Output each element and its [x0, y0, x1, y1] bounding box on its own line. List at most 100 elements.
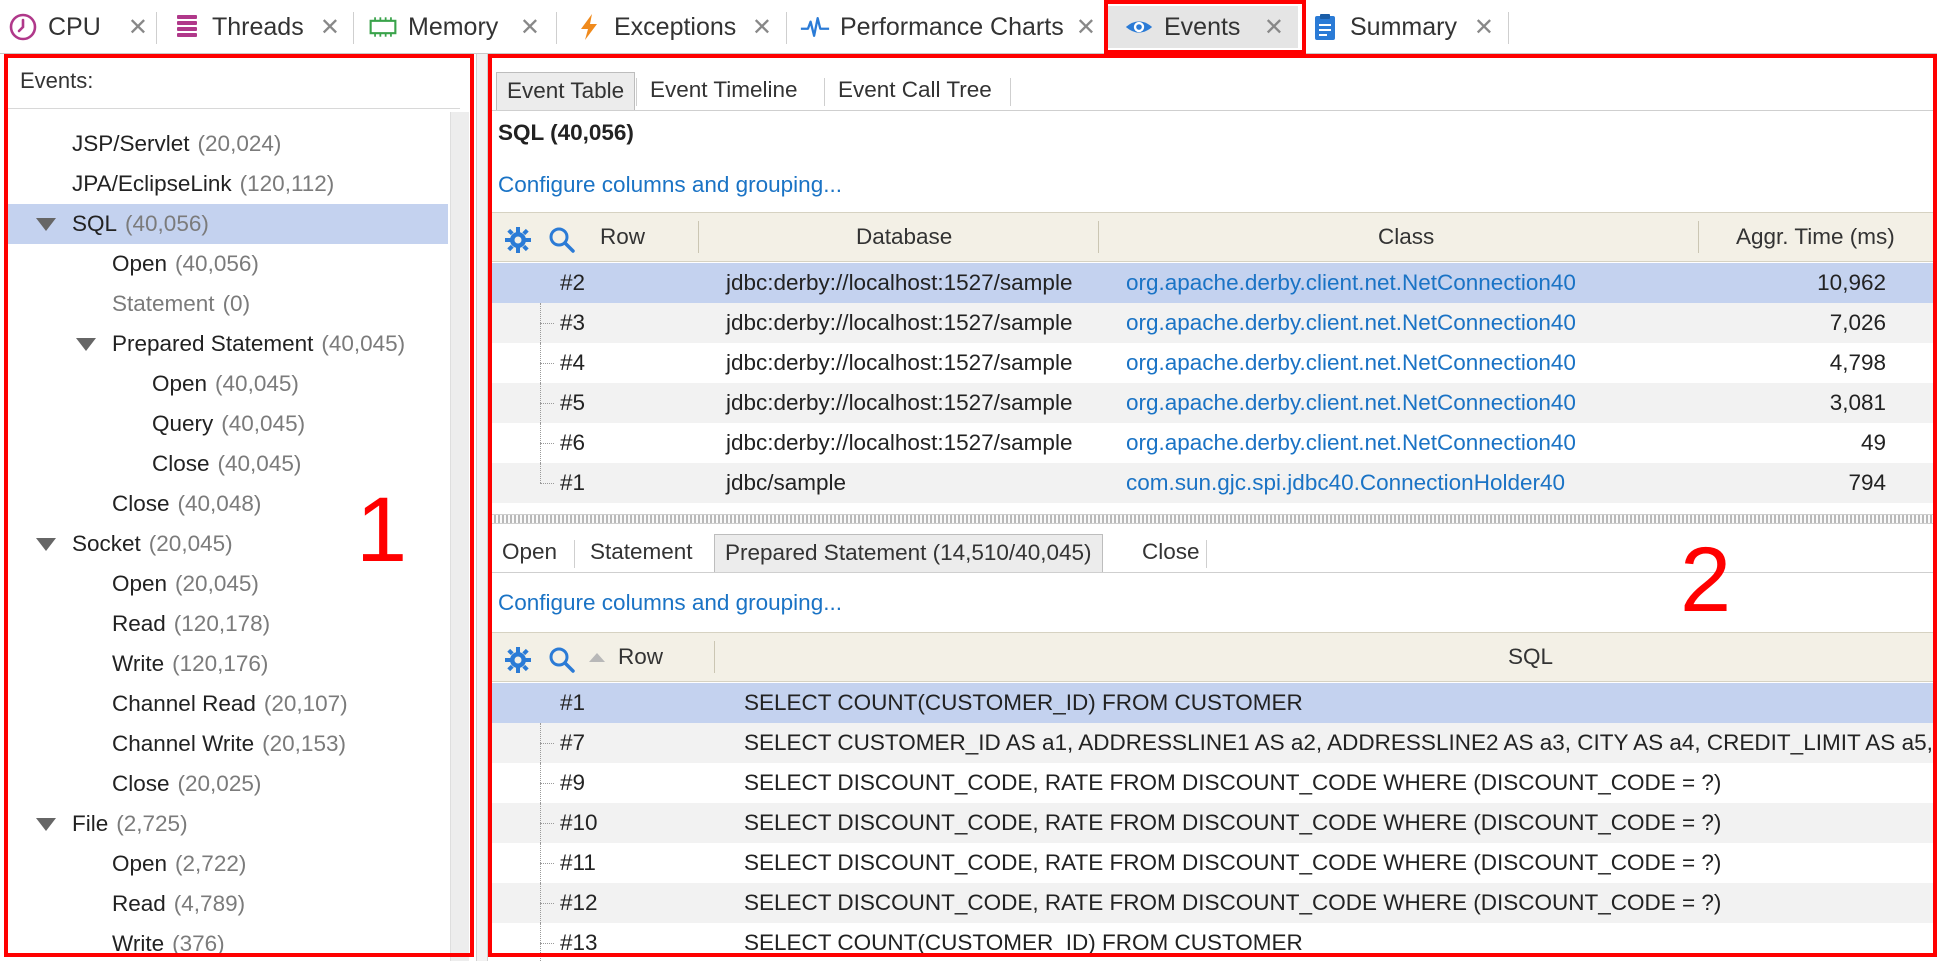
events-tree-panel: Events: JSP/Servlet (20,024) JPA/EclipseL…: [0, 54, 474, 961]
horizontal-splitter[interactable]: [490, 514, 1937, 524]
annotation-number-1: 1: [356, 479, 408, 581]
tab-cpu-label: CPU: [48, 12, 101, 41]
expand-triangle-icon[interactable]: [36, 218, 56, 231]
tab-event-table[interactable]: Event Table: [496, 72, 636, 110]
expand-triangle-icon[interactable]: [36, 818, 56, 831]
table-row[interactable]: #10 SELECT DISCOUNT_CODE, RATE FROM DISC…: [490, 803, 1937, 843]
tree-item[interactable]: Close (40,045): [8, 444, 448, 484]
close-icon[interactable]: ✕: [1264, 13, 1284, 42]
close-icon[interactable]: ✕: [752, 13, 772, 42]
configure-columns-link[interactable]: Configure columns and grouping...: [498, 590, 842, 616]
annotation-number-2: 2: [1680, 529, 1732, 631]
panel-splitter[interactable]: [476, 54, 488, 961]
class-link[interactable]: org.apache.derby.client.net.NetConnectio…: [1126, 423, 1576, 463]
tree-item[interactable]: Prepared Statement (40,045): [8, 324, 448, 364]
tab-threads-label: Threads: [212, 12, 304, 41]
column-header-class[interactable]: Class: [1378, 213, 1434, 261]
lightning-icon: [574, 12, 604, 42]
table-row[interactable]: #9 SELECT DISCOUNT_CODE, RATE FROM DISCO…: [490, 763, 1937, 803]
bottom-table-header: Row SQL: [490, 632, 1937, 682]
tree-item[interactable]: Channel Write (20,153): [8, 724, 448, 764]
table-row[interactable]: #4 jdbc:derby://localhost:1527/sample or…: [490, 343, 1937, 383]
tree-item[interactable]: File (2,725): [8, 804, 448, 844]
configure-columns-link[interactable]: Configure columns and grouping...: [498, 172, 842, 198]
tab-open[interactable]: Open: [492, 534, 567, 572]
table-row[interactable]: #3 jdbc:derby://localhost:1527/sample or…: [490, 303, 1937, 343]
tab-threads[interactable]: Threads ✕: [172, 6, 340, 48]
table-row[interactable]: #2 jdbc:derby://localhost:1527/sample or…: [490, 263, 1937, 303]
column-header-sql[interactable]: SQL: [1508, 633, 1553, 681]
class-link[interactable]: org.apache.derby.client.net.NetConnectio…: [1126, 263, 1576, 303]
gear-icon[interactable]: [504, 635, 532, 683]
tree-item[interactable]: Open (40,045): [8, 364, 448, 404]
expand-triangle-icon[interactable]: [76, 338, 96, 351]
close-icon[interactable]: ✕: [128, 13, 148, 42]
column-header-row[interactable]: Row: [618, 633, 663, 681]
close-icon[interactable]: ✕: [1076, 13, 1096, 42]
table-row[interactable]: #1 jdbc/sample com.sun.gjc.spi.jdbc40.Co…: [490, 463, 1937, 503]
close-icon[interactable]: ✕: [1474, 13, 1494, 42]
tab-prepared-statement[interactable]: Prepared Statement (14,510/40,045): [714, 534, 1103, 572]
close-icon[interactable]: ✕: [320, 13, 340, 42]
tab-exceptions[interactable]: Exceptions ✕: [574, 6, 772, 48]
eye-icon: [1124, 12, 1154, 42]
tab-performance-charts-label: Performance Charts: [840, 12, 1064, 41]
tab-events-label: Events: [1164, 12, 1241, 41]
tree-item[interactable]: Write (120,176): [8, 644, 448, 684]
table-row[interactable]: #12 SELECT DISCOUNT_CODE, RATE FROM DISC…: [490, 883, 1937, 923]
gear-icon[interactable]: [504, 215, 532, 263]
tab-event-timeline[interactable]: Event Timeline: [640, 72, 808, 110]
tab-event-call-tree[interactable]: Event Call Tree: [828, 72, 1002, 110]
tab-cpu[interactable]: CPU ✕: [8, 6, 148, 48]
tree-item[interactable]: Read (120,178): [8, 604, 448, 644]
tab-memory[interactable]: Memory ✕: [368, 6, 540, 48]
tab-memory-label: Memory: [408, 12, 499, 41]
tab-performance-charts[interactable]: Performance Charts ✕: [800, 6, 1096, 48]
tab-summary[interactable]: Summary ✕: [1310, 6, 1494, 48]
table-row[interactable]: #13 SELECT COUNT(CUSTOMER_ID) FROM CUSTO…: [490, 923, 1937, 961]
section-title: SQL (40,056): [498, 120, 634, 145]
tree-item[interactable]: Channel Read (20,107): [8, 684, 448, 724]
close-icon[interactable]: ✕: [520, 13, 540, 42]
tree-item[interactable]: Statement (0): [8, 284, 448, 324]
top-tab-bar: CPU ✕ Threads ✕ Memory ✕ Exceptions ✕ Pe…: [0, 0, 1937, 54]
tab-close[interactable]: Close: [1132, 534, 1210, 572]
tab-summary-label: Summary: [1350, 12, 1457, 41]
pulse-icon: [800, 12, 830, 42]
tree-scrollbar[interactable]: [450, 112, 469, 961]
column-header-aggr-time[interactable]: Aggr. Time (ms): [1736, 213, 1895, 261]
class-link[interactable]: com.sun.gjc.spi.jdbc40.ConnectionHolder4…: [1126, 463, 1565, 503]
class-link[interactable]: org.apache.derby.client.net.NetConnectio…: [1126, 343, 1576, 383]
event-table-panel: Event Table Event Timeline Event Call Tr…: [490, 54, 1937, 961]
expand-triangle-icon[interactable]: [36, 538, 56, 551]
tree-item[interactable]: Open (40,056): [8, 244, 448, 284]
sort-ascending-icon[interactable]: [588, 633, 606, 681]
tree-item[interactable]: Close (20,025): [8, 764, 448, 804]
events-tree-header: Events:: [20, 68, 94, 93]
table-row[interactable]: #11 SELECT DISCOUNT_CODE, RATE FROM DISC…: [490, 843, 1937, 883]
class-link[interactable]: org.apache.derby.client.net.NetConnectio…: [1126, 303, 1576, 343]
clipboard-icon: [1310, 12, 1340, 42]
tree-item[interactable]: Read (4,789): [8, 884, 448, 924]
tree-item[interactable]: JSP/Servlet (20,024): [8, 124, 448, 164]
tree-item[interactable]: Query (40,045): [8, 404, 448, 444]
class-link[interactable]: org.apache.derby.client.net.NetConnectio…: [1126, 383, 1576, 423]
table-row[interactable]: #6 jdbc:derby://localhost:1527/sample or…: [490, 423, 1937, 463]
top-table-header: Row Database Class Aggr. Time (ms): [490, 212, 1937, 262]
tab-statement[interactable]: Statement: [580, 534, 703, 572]
column-header-database[interactable]: Database: [856, 213, 952, 261]
memory-chip-icon: [368, 12, 398, 42]
threads-icon: [172, 12, 202, 42]
tab-events[interactable]: Events ✕: [1108, 6, 1298, 48]
tree-item[interactable]: Open (2,722): [8, 844, 448, 884]
tree-item[interactable]: JPA/EclipseLink (120,112): [8, 164, 448, 204]
search-icon[interactable]: [548, 635, 576, 683]
tab-exceptions-label: Exceptions: [614, 12, 737, 41]
tree-item-selected[interactable]: SQL (40,056): [8, 204, 448, 244]
table-row[interactable]: #1 SELECT COUNT(CUSTOMER_ID) FROM CUSTOM…: [490, 683, 1937, 723]
table-row[interactable]: #7 SELECT CUSTOMER_ID AS a1, ADDRESSLINE…: [490, 723, 1937, 763]
table-row[interactable]: #5 jdbc:derby://localhost:1527/sample or…: [490, 383, 1937, 423]
tree-item[interactable]: Write (376): [8, 924, 448, 964]
column-header-row[interactable]: Row: [600, 213, 645, 261]
search-icon[interactable]: [548, 215, 576, 263]
